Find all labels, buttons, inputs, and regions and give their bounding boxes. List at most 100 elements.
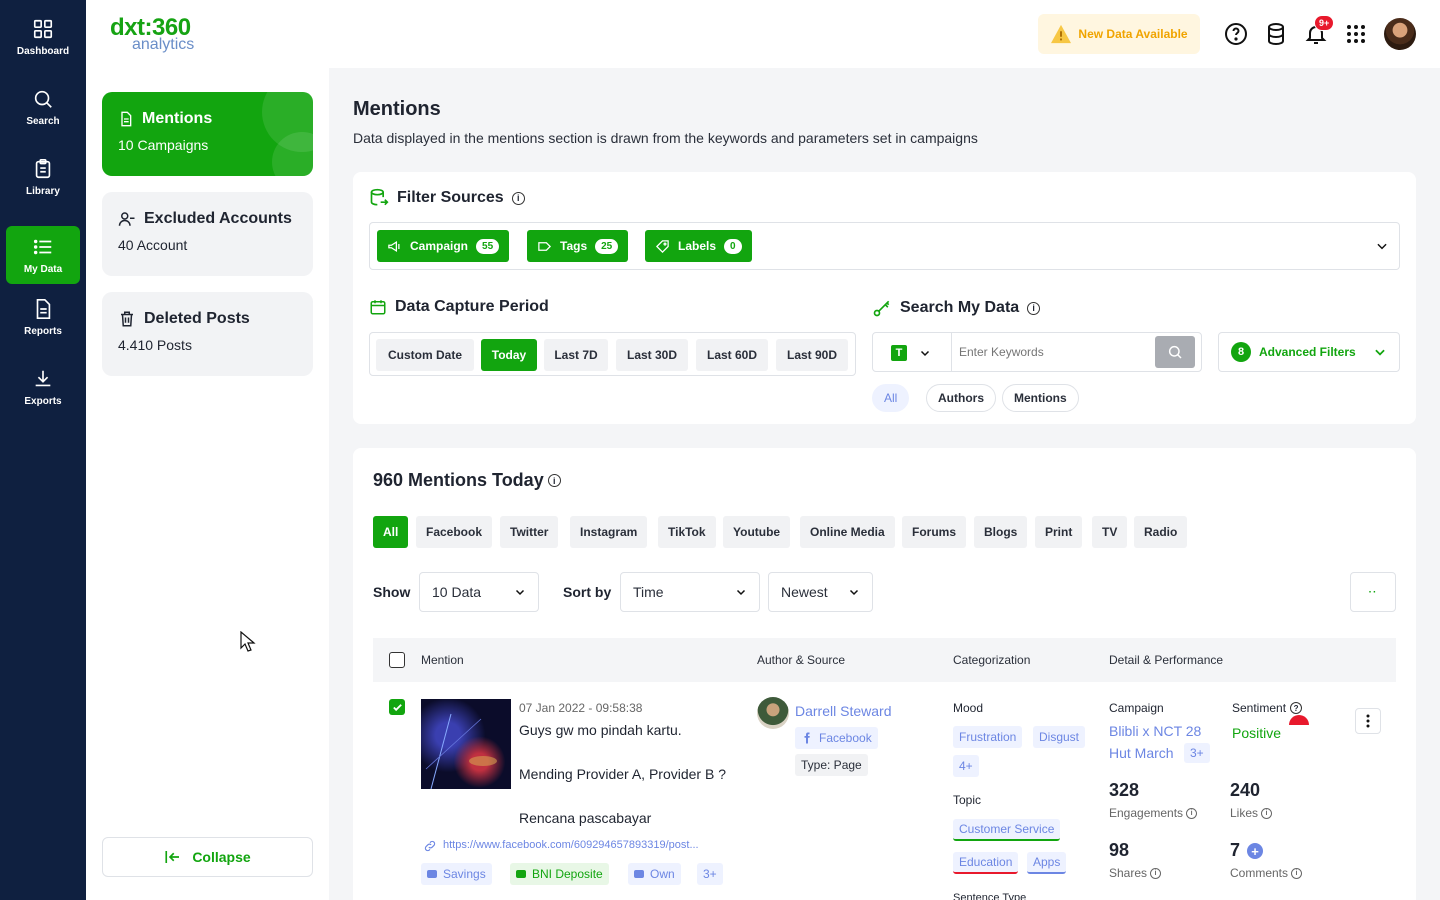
source-tab-tv[interactable]: TV: [1092, 516, 1128, 548]
topic-tag[interactable]: Education: [953, 852, 1019, 874]
rail-item-search[interactable]: Search: [6, 78, 80, 136]
link-icon: [424, 840, 436, 852]
source-tab-online-media[interactable]: Online Media: [800, 516, 895, 548]
order-select[interactable]: Newest: [768, 572, 873, 612]
rail-item-reports[interactable]: Reports: [6, 288, 80, 346]
filter-chip-bar[interactable]: Campaign 55 Tags 25 Labels 0: [369, 222, 1400, 270]
source-tab-youtube[interactable]: Youtube: [723, 516, 791, 548]
chevron-down-icon[interactable]: [1375, 239, 1389, 253]
info-icon[interactable]: i: [1261, 807, 1273, 819]
platform-tag[interactable]: Facebook: [795, 727, 878, 749]
card-excluded-accounts[interactable]: Excluded Accounts 40 Account: [102, 192, 313, 276]
row-more-button[interactable]: [1355, 708, 1381, 734]
rail-item-library[interactable]: Library: [6, 148, 80, 206]
source-tab-instagram[interactable]: Instagram: [570, 516, 648, 548]
period-last-60d[interactable]: Last 60D: [696, 339, 768, 371]
source-tab-facebook[interactable]: Facebook: [416, 516, 493, 548]
info-icon[interactable]: i: [1150, 867, 1162, 879]
mention-text-line2: Mending Provider A, Provider B ?: [519, 766, 726, 782]
collapse-button[interactable]: Collapse: [102, 837, 313, 877]
mood-tag[interactable]: Disgust: [1033, 726, 1086, 748]
period-last-7d[interactable]: Last 7D: [544, 339, 608, 371]
period-last-30d[interactable]: Last 30D: [616, 339, 688, 371]
search-button[interactable]: [1155, 336, 1195, 368]
check-icon: [392, 703, 402, 711]
card-mentions[interactable]: Mentions 10 Campaigns: [102, 92, 313, 176]
info-icon[interactable]: i: [1186, 807, 1198, 819]
more-tags[interactable]: 3+: [697, 863, 723, 885]
scope-all[interactable]: All: [872, 384, 910, 412]
info-icon[interactable]: ?: [1290, 702, 1303, 714]
add-comment-icon[interactable]: +: [1247, 843, 1263, 859]
campaign-line2[interactable]: Hut March: [1109, 745, 1174, 761]
source-tab-radio[interactable]: Radio: [1134, 516, 1188, 548]
rail-item-my-data[interactable]: My Data: [6, 226, 80, 284]
chevron-down-icon[interactable]: [919, 347, 931, 359]
info-icon[interactable]: i: [547, 474, 561, 487]
source-tab-tiktok[interactable]: TikTok: [658, 516, 716, 548]
text-type-icon[interactable]: T: [891, 345, 907, 361]
new-data-banner[interactable]: New Data Available: [1038, 14, 1200, 54]
show-select[interactable]: 10 Data: [419, 572, 539, 612]
source-tab-print[interactable]: Print: [1035, 516, 1083, 548]
user-avatar[interactable]: [1384, 18, 1416, 50]
new-data-label: New Data Available: [1078, 27, 1188, 41]
chevron-down-icon: [1375, 349, 1385, 356]
topic-tag[interactable]: Customer Service: [953, 819, 1061, 841]
sentiment-value: Positive: [1232, 725, 1282, 741]
period-last-90d[interactable]: Last 90D: [776, 339, 848, 371]
info-icon[interactable]: i: [511, 191, 525, 205]
capture-period-selector: Custom Date Today Last 7D Last 30D Last …: [369, 332, 856, 376]
source-tab-forums[interactable]: Forums: [902, 516, 967, 548]
chip-campaign[interactable]: Campaign 55: [377, 230, 510, 262]
more-moods[interactable]: 4+: [953, 755, 979, 777]
card-deleted-posts[interactable]: Deleted Posts 4.410 Posts: [102, 292, 313, 376]
source-tab-twitter[interactable]: Twitter: [500, 516, 559, 548]
post-tag[interactable]: Savings: [421, 863, 492, 885]
list-icon: [33, 239, 52, 254]
campaign-line1[interactable]: Blibli x NCT 28: [1109, 723, 1201, 739]
post-thumbnail[interactable]: [421, 699, 511, 790]
post-tag[interactable]: Own: [628, 863, 681, 885]
more-campaigns[interactable]: 3+: [1184, 743, 1210, 763]
period-today[interactable]: Today: [481, 339, 537, 371]
keyword-input[interactable]: [959, 342, 1149, 362]
chip-tags[interactable]: Tags 25: [527, 230, 629, 262]
sentence-type-label: Sentence Type: [953, 892, 1027, 900]
rail-item-dashboard[interactable]: Dashboard: [6, 8, 80, 66]
mention-text-line3: Rencana pascabayar: [519, 810, 652, 826]
author-name[interactable]: Darrell Steward: [795, 703, 891, 719]
author-avatar[interactable]: [757, 697, 789, 729]
divider: [951, 333, 952, 371]
advanced-filters-button[interactable]: 8 Advanced Filters: [1218, 332, 1400, 372]
period-custom-date[interactable]: Custom Date: [376, 339, 474, 371]
scope-mentions[interactable]: Mentions: [1002, 384, 1079, 412]
document-icon: [121, 111, 132, 127]
info-icon[interactable]: i: [1027, 301, 1041, 315]
database-icon[interactable]: [1264, 22, 1288, 46]
source-tab-blogs[interactable]: Blogs: [974, 516, 1028, 548]
topic-tag[interactable]: Apps: [1027, 852, 1067, 874]
sort-select[interactable]: Time: [620, 572, 760, 612]
filter-box: Filter Sources i Campaign 55 Tags 25 Lab…: [353, 172, 1416, 424]
apps-grid-icon[interactable]: [1344, 22, 1368, 46]
info-icon[interactable]: i: [1291, 867, 1303, 879]
view-options-button[interactable]: ··: [1350, 572, 1396, 612]
source-tab-all[interactable]: All: [373, 516, 409, 548]
capture-period-title: Data Capture Period: [369, 298, 549, 316]
row-checkbox[interactable]: [389, 699, 405, 715]
author-type: Type: Page: [795, 754, 868, 776]
chip-count: 0: [724, 238, 742, 254]
trash-icon: [121, 311, 133, 327]
post-tag[interactable]: BNI Deposite: [510, 863, 609, 885]
scope-authors[interactable]: Authors: [926, 384, 996, 412]
chip-labels[interactable]: Labels 0: [645, 230, 752, 262]
label-icon: [655, 239, 669, 253]
rail-item-exports[interactable]: Exports: [6, 358, 80, 416]
help-icon[interactable]: [1224, 22, 1248, 46]
select-all-checkbox[interactable]: [389, 652, 405, 668]
mood-tag[interactable]: Frustration: [953, 726, 1023, 748]
mention-link[interactable]: https://www.facebook.com/609294657893319…: [443, 839, 699, 851]
tag-icon: [634, 870, 644, 878]
page-subtitle: Data displayed in the mentions section i…: [353, 130, 978, 146]
